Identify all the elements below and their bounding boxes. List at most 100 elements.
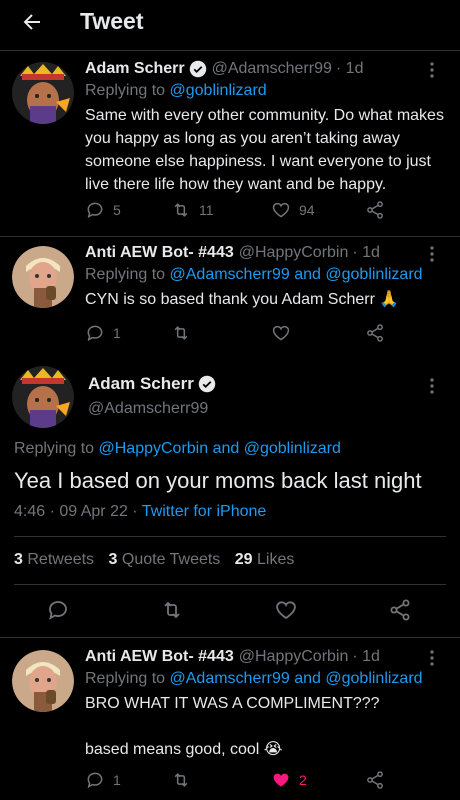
retweet-count: 11 xyxy=(199,202,214,218)
tweet-timestamp: 4:46 · 09 Apr 22 · Twitter for iPhone xyxy=(14,503,266,521)
like-count: 2 xyxy=(299,772,307,788)
reply-button[interactable]: 1 xyxy=(85,323,121,343)
retweets-count: 3 xyxy=(14,551,23,568)
author-handle[interactable]: @Adamscherr99 xyxy=(88,400,444,418)
avatar[interactable] xyxy=(12,62,74,124)
tweet-actions: 1 xyxy=(85,323,395,345)
like-button[interactable] xyxy=(271,323,299,343)
tweet-time: · 1d xyxy=(352,244,380,261)
more-options-icon[interactable] xyxy=(424,246,440,262)
page-title: Tweet xyxy=(80,8,144,34)
replying-prefix: Replying to xyxy=(85,82,170,99)
like-button[interactable]: 2 xyxy=(271,770,307,790)
more-options-icon[interactable] xyxy=(424,62,440,78)
retweet-icon xyxy=(174,203,188,217)
share-icon[interactable] xyxy=(388,598,412,622)
reply-count: 5 xyxy=(113,202,121,218)
tweet-source[interactable]: Twitter for iPhone xyxy=(142,503,267,520)
reply-icon xyxy=(87,325,103,342)
like-count: 94 xyxy=(299,202,315,218)
tweet-author-line: Anti AEW Bot- #443 @HappyCorbin · 1d xyxy=(85,648,444,666)
author-name[interactable]: Anti AEW Bot- #443 xyxy=(85,648,234,666)
tweet-text: CYN is so based thank you Adam Scherr 🙏 xyxy=(85,291,400,308)
tweet-divider xyxy=(0,637,460,638)
share-icon xyxy=(367,201,383,219)
avatar[interactable] xyxy=(12,366,74,428)
reply-count: 1 xyxy=(113,772,121,788)
author-name[interactable]: Adam Scherr xyxy=(88,374,194,394)
replying-prefix: Replying to xyxy=(14,440,99,457)
share-button[interactable] xyxy=(365,770,385,790)
author-name[interactable]: Adam Scherr xyxy=(85,60,185,78)
tweet-text: Same with every other community. Do what… xyxy=(85,107,444,193)
more-options-icon[interactable] xyxy=(424,378,440,394)
stats-divider-bottom xyxy=(14,584,446,585)
share-icon xyxy=(367,771,383,789)
reply-icon xyxy=(87,772,103,789)
share-icon xyxy=(367,324,383,342)
replying-to: Replying to @Adamscherr99 and @goblinliz… xyxy=(85,266,444,284)
header-divider xyxy=(0,50,460,51)
reply-tweet[interactable]: Anti AEW Bot- #443 @HappyCorbin · 1d Rep… xyxy=(0,240,460,360)
tweet-actions: 5 11 94 xyxy=(85,200,395,222)
retweet-button[interactable] xyxy=(171,323,199,343)
quotes-stat[interactable]: 3 Quote Tweets xyxy=(109,551,221,568)
tweet-divider xyxy=(0,236,460,237)
heart-icon xyxy=(272,325,290,341)
replying-handles[interactable]: @HappyCorbin and @goblinlizard xyxy=(99,440,341,457)
more-options-icon[interactable] xyxy=(424,650,440,666)
likes-count: 29 xyxy=(234,551,253,568)
retweet-icon xyxy=(174,326,188,340)
retweet-button[interactable] xyxy=(171,770,199,790)
verified-badge-icon xyxy=(198,375,216,393)
reply-icon[interactable] xyxy=(46,598,70,622)
likes-stat[interactable]: 29 Likes xyxy=(235,551,295,568)
retweet-icon[interactable] xyxy=(160,598,184,622)
author-handle[interactable]: @Adamscherr99 xyxy=(212,60,332,78)
back-arrow-icon[interactable] xyxy=(20,10,44,34)
tweet-author-line: Anti AEW Bot- #443 @HappyCorbin · 1d xyxy=(85,244,444,262)
tweet-author-line: Adam Scherr @Adamscherr99 · 1d xyxy=(85,60,444,78)
like-button[interactable]: 94 xyxy=(271,200,315,220)
verified-badge-icon xyxy=(189,60,206,78)
reply-tweet[interactable]: Anti AEW Bot- #443 @HappyCorbin · 1d Rep… xyxy=(0,644,460,800)
reply-tweet[interactable]: Adam Scherr @Adamscherr99 · 1d Replying … xyxy=(0,56,460,236)
author-name[interactable]: Anti AEW Bot- #443 xyxy=(85,244,234,262)
replying-to: Replying to @goblinlizard xyxy=(85,82,444,100)
replying-handles[interactable]: @Adamscherr99 and @goblinlizard xyxy=(170,670,423,687)
tweet-text-line: based means good, cool 😭 xyxy=(85,741,283,758)
heart-icon[interactable] xyxy=(274,598,298,622)
retweet-button[interactable]: 11 xyxy=(171,200,214,220)
replying-prefix: Replying to xyxy=(85,670,170,687)
tweet-time: · 1d xyxy=(352,648,380,665)
author-handle[interactable]: @HappyCorbin xyxy=(239,244,349,262)
quotes-label: Quote Tweets xyxy=(121,551,221,568)
tweet-time[interactable]: 4:46 · 09 Apr 22 · xyxy=(14,503,142,520)
share-button[interactable] xyxy=(365,323,385,343)
likes-label: Likes xyxy=(257,551,295,568)
replying-prefix: Replying to xyxy=(85,266,170,283)
tweet-text: Yea I based on your moms back last night xyxy=(14,468,422,493)
stats-divider-top xyxy=(14,536,446,537)
reply-count: 1 xyxy=(113,325,121,341)
heart-icon xyxy=(272,202,290,218)
avatar[interactable] xyxy=(12,246,74,308)
quotes-count: 3 xyxy=(108,551,118,568)
tweet-time: · 1d xyxy=(335,60,364,77)
retweet-icon xyxy=(174,773,188,787)
tweet-author-line: Adam Scherr xyxy=(88,374,444,394)
reply-button[interactable]: 1 xyxy=(85,770,121,790)
author-handle[interactable]: @HappyCorbin xyxy=(239,648,349,666)
replying-handles[interactable]: @Adamscherr99 and @goblinlizard xyxy=(170,266,423,283)
tweet-stats: 3 Retweets 3 Quote Tweets 29 Likes xyxy=(14,551,294,569)
retweets-stat[interactable]: 3 Retweets xyxy=(14,551,94,568)
focused-tweet-actions xyxy=(0,598,460,624)
heart-filled-icon xyxy=(273,773,289,787)
replying-handles[interactable]: @goblinlizard xyxy=(170,82,267,99)
retweets-label: Retweets xyxy=(27,551,95,568)
avatar[interactable] xyxy=(12,650,74,712)
replying-to: Replying to @Adamscherr99 and @goblinliz… xyxy=(85,670,444,688)
reply-button[interactable]: 5 xyxy=(85,200,121,220)
share-button[interactable] xyxy=(365,200,385,220)
tweet-actions: 1 2 xyxy=(85,770,395,792)
